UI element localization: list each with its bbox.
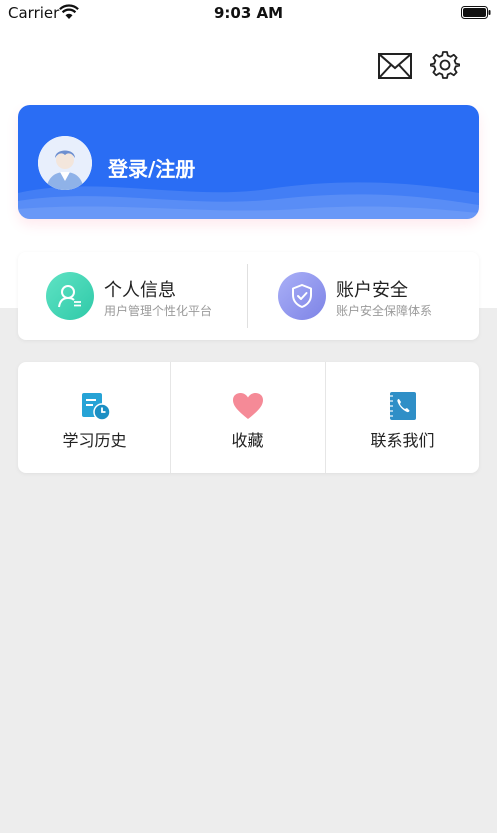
login-register-card[interactable]: 登录/注册 <box>18 105 479 219</box>
shield-check-icon <box>278 272 326 320</box>
history-clock-icon <box>81 393 111 421</box>
status-bar: Carrier 9:03 AM <box>0 0 497 26</box>
settings-button[interactable] <box>428 48 462 82</box>
account-security-subtitle: 账户安全保障体系 <box>336 304 433 318</box>
gear-icon <box>430 51 460 79</box>
personal-info-title: 个人信息 <box>104 280 176 301</box>
messages-button[interactable] <box>376 49 414 83</box>
avatar <box>38 136 92 190</box>
contact-us-label: 联系我们 <box>370 431 435 450</box>
user-avatar-icon <box>38 136 92 190</box>
envelope-icon <box>378 53 412 79</box>
study-history-item[interactable]: 学习历史 <box>18 362 171 473</box>
personal-info-item[interactable]: 个人信息 用户管理个性化平台 <box>46 252 246 340</box>
study-history-label: 学习历史 <box>62 431 127 450</box>
shortcut-grid-card: 学习历史 收藏 联系我们 <box>18 362 479 473</box>
heart-icon <box>232 393 263 419</box>
account-info-card: 个人信息 用户管理个性化平台 账户安全 账户安全保障体系 <box>18 252 479 340</box>
clock-time: 9:03 AM <box>213 4 284 22</box>
account-security-item[interactable]: 账户安全 账户安全保障体系 <box>278 252 478 340</box>
contact-us-item[interactable]: 联系我们 <box>326 362 479 473</box>
login-register-label: 登录/注册 <box>108 157 196 181</box>
favorites-item[interactable]: 收藏 <box>171 362 324 473</box>
user-profile-icon <box>46 272 94 320</box>
phone-contact-icon <box>389 392 416 420</box>
info-divider <box>247 264 248 328</box>
battery-icon <box>461 6 491 19</box>
favorites-label: 收藏 <box>231 431 264 450</box>
account-security-title: 账户安全 <box>336 280 408 301</box>
personal-info-subtitle: 用户管理个性化平台 <box>104 304 213 318</box>
